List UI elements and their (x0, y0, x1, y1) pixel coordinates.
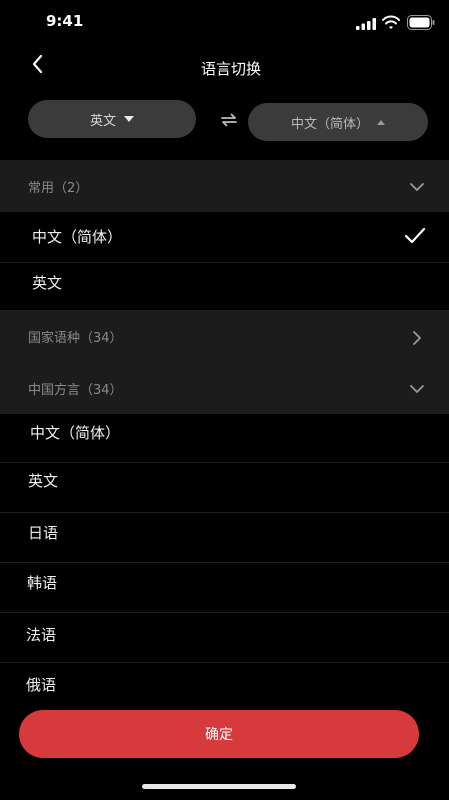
language-row-label: 法语 (26, 626, 57, 644)
language-row-common-chinese[interactable]: 中文（简体） (0, 212, 449, 263)
language-row-dialect-korean[interactable]: 韩语 (0, 562, 449, 613)
language-row-label: 英文 (32, 274, 63, 292)
swap-languages-icon[interactable] (219, 112, 239, 128)
language-row-label: 韩语 (27, 574, 58, 592)
status-bar: 9:41 (0, 0, 449, 44)
language-row-label: 中文（简体） (32, 228, 123, 246)
target-language-dropdown[interactable]: 中文（简体） (248, 103, 428, 141)
section-header-common[interactable]: 常用（2） (0, 160, 449, 212)
section-header-national[interactable]: 国家语种（34） (0, 310, 449, 362)
language-row-label: 俄语 (26, 676, 57, 694)
battery-icon (407, 15, 435, 30)
language-row-label: 日语 (28, 524, 59, 542)
source-language-dropdown[interactable]: 英文 (28, 100, 196, 138)
page-title: 语言切换 (200, 60, 261, 78)
checkmark-icon (404, 227, 426, 244)
nav-bar: 语言切换 (0, 44, 449, 90)
target-language-label: 中文（简体） (290, 116, 369, 132)
section-header-dialect[interactable]: 中国方言（34） (0, 362, 449, 414)
section-label-common: 常用（2） (28, 181, 89, 196)
confirm-button[interactable]: 确定 (19, 710, 419, 758)
language-row-dialect-french[interactable]: 法语 (0, 612, 449, 663)
language-row-dialect-english[interactable]: 英文 (0, 462, 449, 513)
language-row-label: 中文（简体） (30, 424, 121, 442)
chevron-down-icon (410, 183, 424, 191)
section-label-dialect: 中国方言（34） (28, 383, 123, 398)
language-row-dialect-japanese[interactable]: 日语 (0, 512, 449, 563)
caret-down-icon (124, 116, 134, 122)
signal-icon (356, 18, 376, 30)
language-row-dialect-russian[interactable]: 俄语 (0, 662, 449, 712)
section-label-national: 国家语种（34） (28, 331, 123, 346)
chevron-down-icon (410, 385, 424, 393)
status-time: 9:41 (46, 12, 84, 30)
language-row-common-english[interactable]: 英文 (0, 258, 449, 308)
chevron-right-icon (413, 331, 421, 345)
language-row-dialect-chinese[interactable]: 中文（简体） (0, 412, 449, 463)
language-switch-screen: 9:41 语言切换 英文 中文（简体） 常用（2） 中文（简体） 英文 国家语种… (0, 0, 449, 800)
language-row-label: 英文 (28, 472, 59, 490)
wifi-icon (382, 15, 400, 29)
caret-up-icon (377, 119, 385, 125)
source-language-label: 英文 (89, 113, 116, 129)
home-indicator (142, 784, 296, 789)
